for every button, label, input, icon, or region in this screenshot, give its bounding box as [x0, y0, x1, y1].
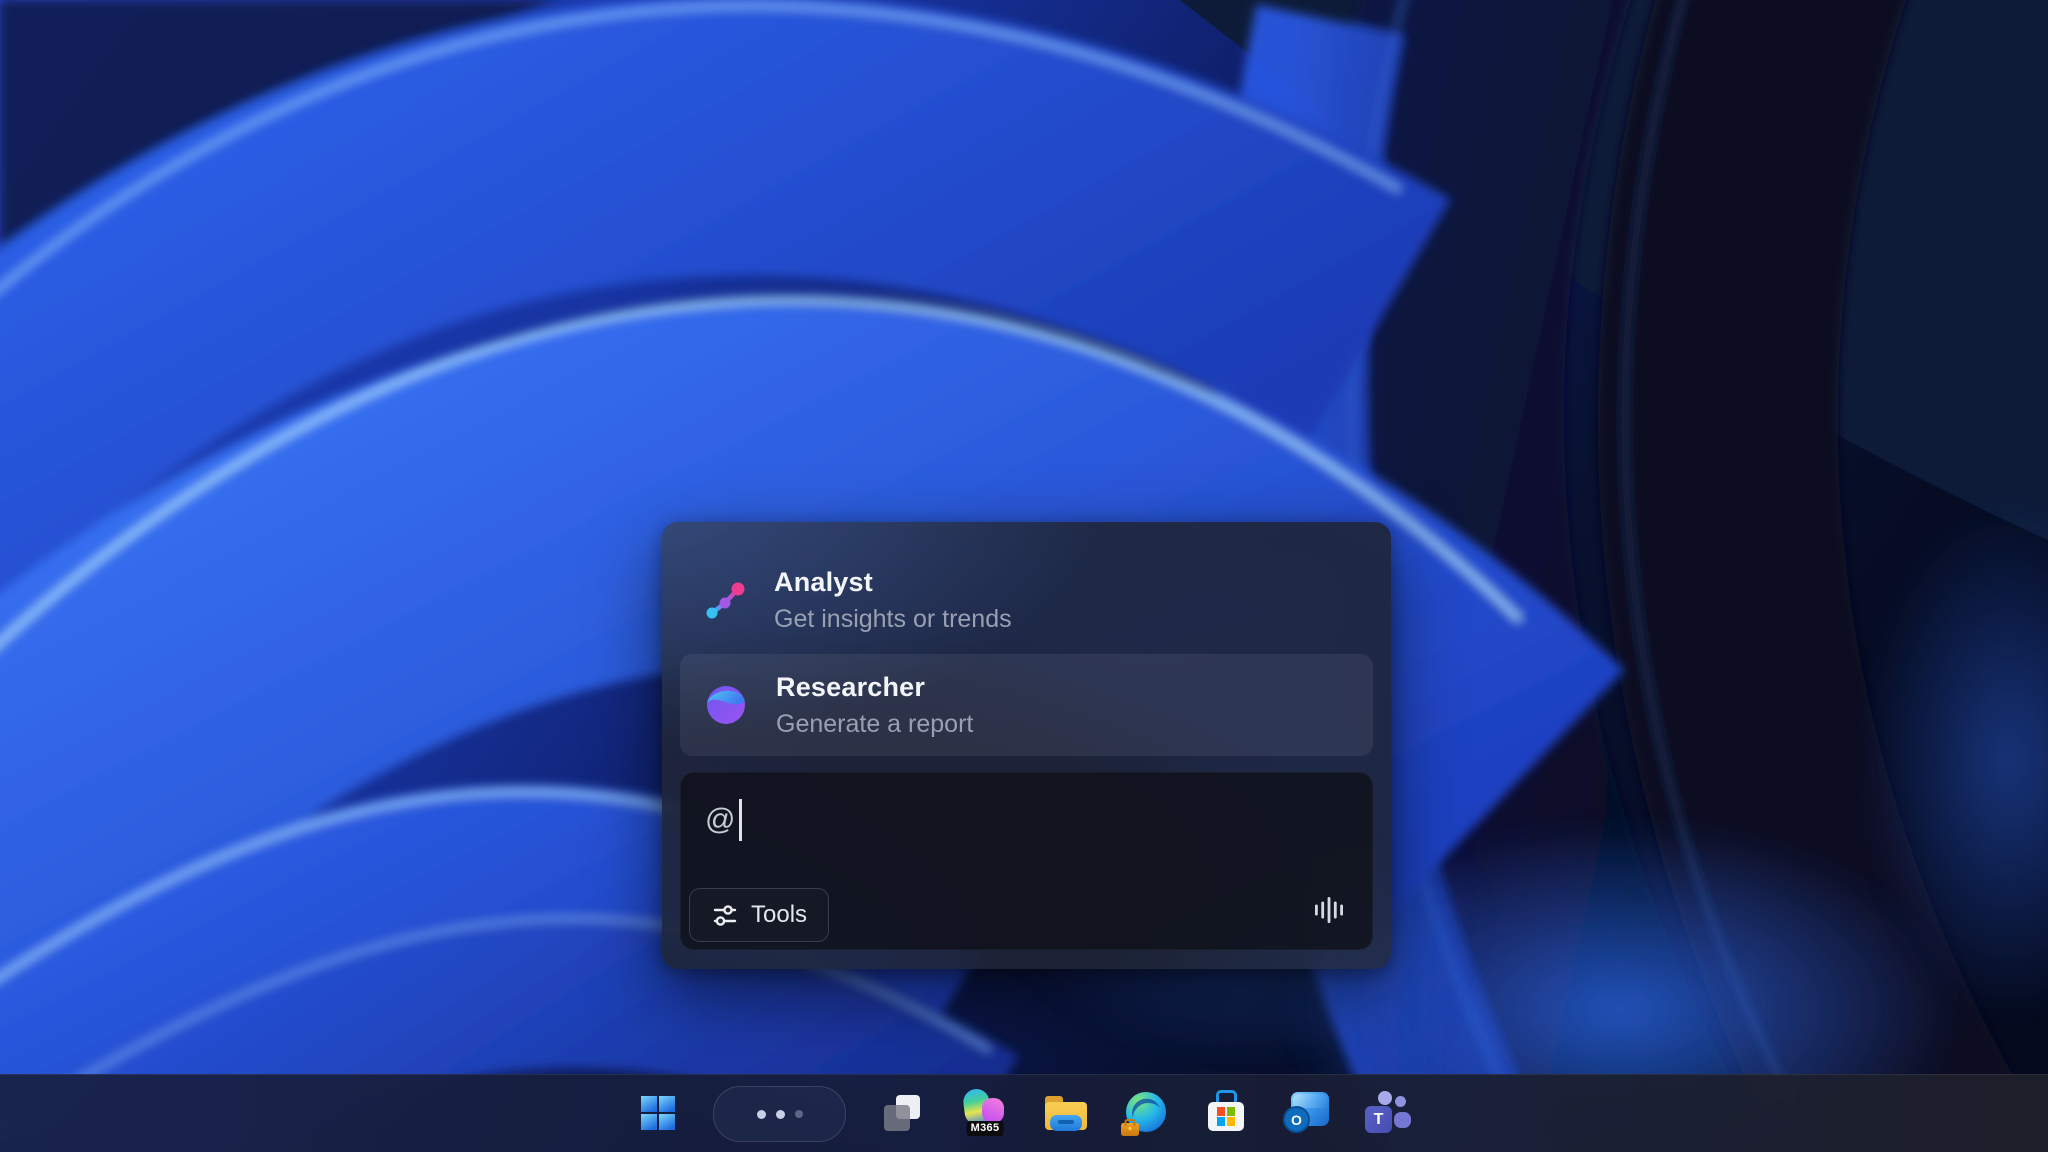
teams-icon: T: [1363, 1091, 1411, 1135]
researcher-globe-icon: [702, 681, 750, 729]
agent-option-title: Analyst: [774, 567, 1012, 598]
voice-waveform-icon[interactable]: [1312, 893, 1346, 927]
analyst-trend-icon: [702, 577, 748, 623]
folder-icon: [1044, 1093, 1088, 1133]
work-profile-briefcase-badge: [1121, 1123, 1139, 1136]
copilot-agent-picker: Analyst Get insights or trends Researche…: [662, 522, 1391, 969]
typing-dot: [795, 1110, 803, 1118]
outlook-icon: O: [1283, 1092, 1329, 1134]
task-view-icon: [881, 1092, 923, 1134]
agent-option-analyst[interactable]: Analyst Get insights or trends: [680, 548, 1373, 652]
m365-badge: M365: [967, 1121, 1004, 1136]
agent-option-subtitle: Generate a report: [776, 710, 973, 739]
agent-option-title: Researcher: [776, 672, 973, 703]
edge-icon: [1123, 1091, 1169, 1135]
prompt-input-value: @: [705, 803, 735, 837]
prompt-input-line: @: [705, 799, 742, 841]
task-view-button[interactable]: [874, 1085, 930, 1141]
text-cursor: [739, 799, 742, 841]
teams-letter: T: [1365, 1106, 1392, 1133]
typing-dot: [776, 1110, 785, 1119]
windows-start-icon: [640, 1095, 676, 1131]
store-icon: [1206, 1090, 1246, 1134]
outlook-letter: O: [1283, 1106, 1310, 1133]
agent-option-subtitle: Get insights or trends: [774, 605, 1012, 634]
microsoft-logo: [1217, 1107, 1236, 1126]
m365-copilot-button[interactable]: M365: [957, 1083, 1013, 1139]
typing-dot: [757, 1110, 766, 1119]
teams-button[interactable]: T: [1359, 1085, 1415, 1141]
file-explorer-button[interactable]: [1038, 1085, 1094, 1141]
m365-copilot-icon: M365: [961, 1086, 1009, 1136]
copilot-pill[interactable]: [713, 1086, 846, 1142]
start-button[interactable]: [630, 1085, 686, 1141]
store-button[interactable]: [1198, 1084, 1254, 1140]
taskbar: [0, 1074, 2048, 1152]
agent-option-researcher[interactable]: Researcher Generate a report: [680, 654, 1373, 756]
tools-button[interactable]: Tools: [689, 888, 829, 942]
edge-button[interactable]: [1118, 1085, 1174, 1141]
prompt-input-box[interactable]: @ Tools: [680, 772, 1373, 950]
tools-label: Tools: [751, 901, 807, 929]
sliders-icon: [711, 904, 738, 927]
outlook-button[interactable]: O: [1278, 1085, 1334, 1141]
